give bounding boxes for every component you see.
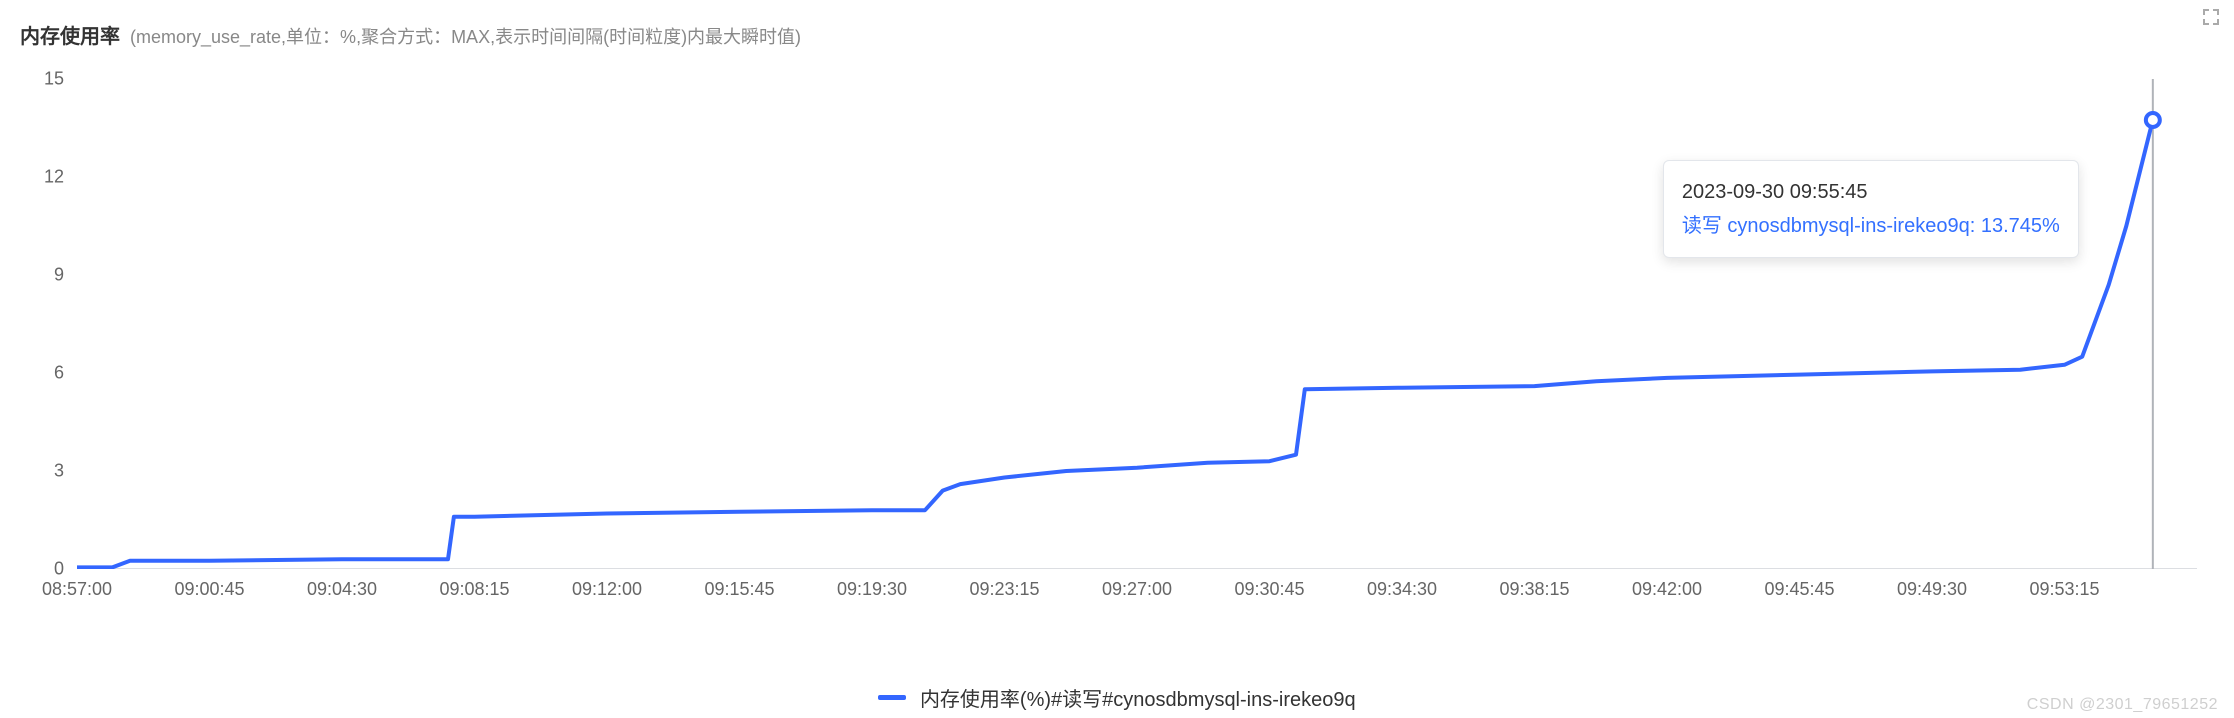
hover-tooltip: 2023-09-30 09:55:45 读写 cynosdbmysql-ins-…: [1663, 160, 2079, 258]
chart-title: 内存使用率: [20, 20, 120, 49]
x-tick-label: 09:19:30: [837, 579, 907, 600]
plot-surface[interactable]: [77, 79, 2197, 569]
chart-subtitle: (memory_use_rate,单位：%,聚合方式：MAX,表示时间间隔(时间…: [130, 23, 801, 49]
x-tick-label: 09:49:30: [1897, 579, 1967, 600]
y-axis-labels: 03691215: [17, 79, 72, 569]
y-tick-label: 15: [44, 69, 64, 90]
expand-icon[interactable]: [2202, 8, 2220, 26]
x-tick-label: 09:23:15: [969, 579, 1039, 600]
chart-area[interactable]: 0 3 6 9 12 15 08:57:00 09:00:45 09:04:30 09:08:1…: [17, 59, 2217, 619]
x-axis-labels: 08:57:0009:00:4509:04:3009:08:1509:12:00…: [77, 579, 2197, 609]
y-tick-label: 6: [54, 363, 64, 384]
x-tick-label: 09:04:30: [307, 579, 377, 600]
x-tick-label: 09:27:00: [1102, 579, 1172, 600]
x-tick-label: 09:34:30: [1367, 579, 1437, 600]
x-tick-label: 09:12:00: [572, 579, 642, 600]
x-tick-label: 09:38:15: [1499, 579, 1569, 600]
chart-header: 内存使用率 (memory_use_rate,单位：%,聚合方式：MAX,表示时…: [0, 0, 2234, 59]
legend-swatch: [878, 695, 906, 700]
y-tick-label: 9: [54, 265, 64, 286]
x-tick-label: 09:45:45: [1764, 579, 1834, 600]
y-tick-label: 3: [54, 461, 64, 482]
x-tick-label: 08:57:00: [42, 579, 112, 600]
y-tick-label: 0: [54, 559, 64, 580]
watermark-text: CSDN @2301_79651252: [2027, 696, 2218, 714]
x-tick-label: 09:15:45: [704, 579, 774, 600]
tooltip-value: 读写 cynosdbmysql-ins-irekeo9q: 13.745%: [1682, 209, 2060, 243]
legend-label: 内存使用率(%)#读写#cynosdbmysql-ins-irekeo9q: [920, 689, 1356, 711]
tooltip-time: 2023-09-30 09:55:45: [1682, 175, 2060, 209]
x-tick-label: 09:08:15: [439, 579, 509, 600]
x-tick-label: 09:30:45: [1234, 579, 1304, 600]
x-tick-label: 09:00:45: [174, 579, 244, 600]
y-tick-label: 12: [44, 167, 64, 188]
x-tick-label: 09:53:15: [2029, 579, 2099, 600]
chart-legend: 内存使用率(%)#读写#cynosdbmysql-ins-irekeo9q: [0, 683, 2234, 712]
x-tick-label: 09:42:00: [1632, 579, 1702, 600]
